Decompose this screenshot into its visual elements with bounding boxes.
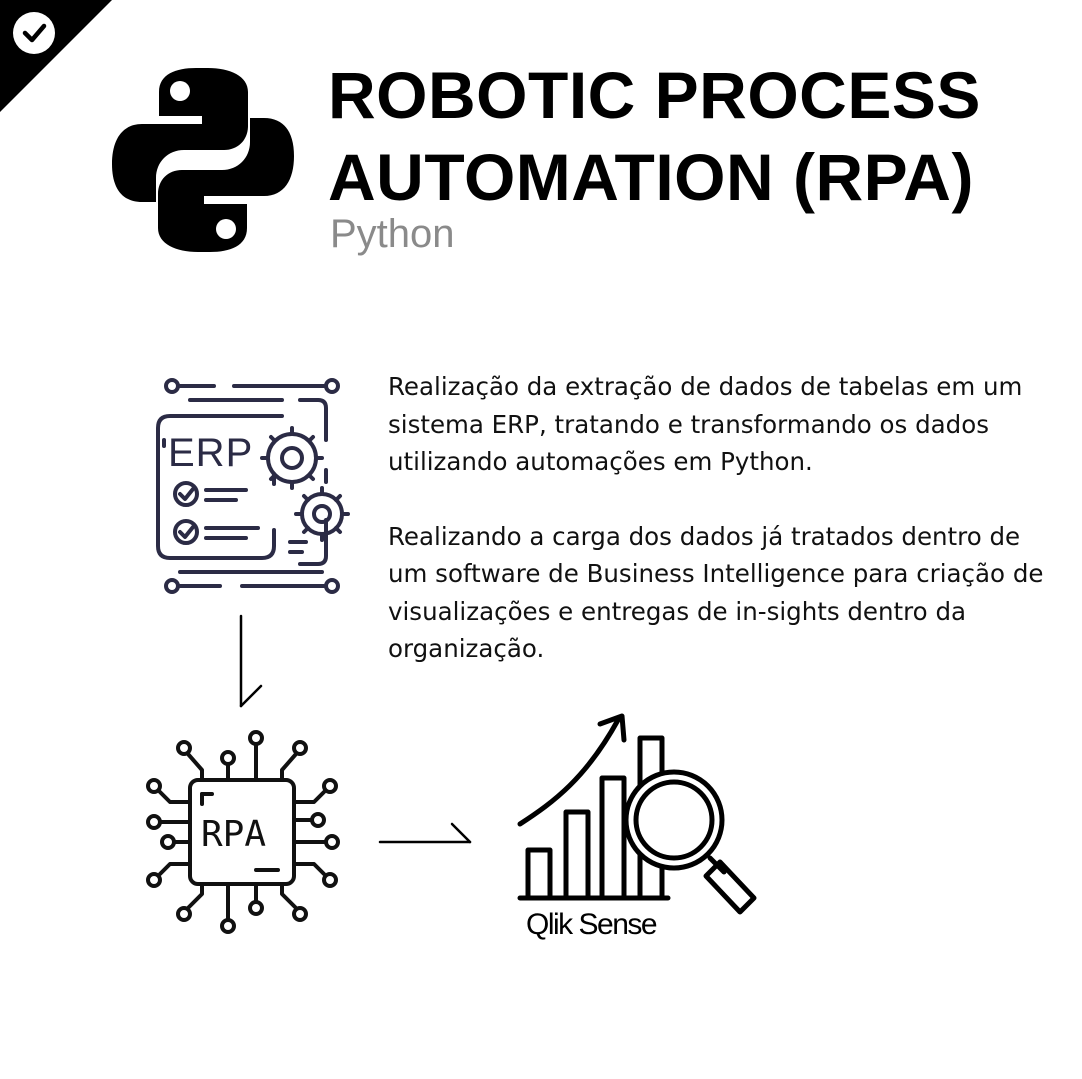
- erp-icon: ERP: [156, 378, 350, 594]
- arrow-down-icon: [239, 614, 263, 708]
- arrow-right-icon: [378, 822, 472, 844]
- description-paragraph-2: Realizando a carga dos dados já tratados…: [388, 521, 1044, 664]
- description: Realização da extração de dados de tabel…: [388, 368, 1048, 705]
- corner-badge: [0, 0, 112, 112]
- bar-chart-magnifier-icon: [517, 713, 757, 915]
- rpa-label: RPA: [201, 814, 266, 855]
- erp-label: ERP: [168, 431, 253, 475]
- rpa-chip-icon: RPA: [146, 730, 340, 934]
- check-icon: [13, 12, 55, 54]
- subtitle: Python: [330, 212, 455, 256]
- qlik-sense-label: Qlik Sense: [526, 908, 658, 941]
- title-line-1: ROBOTIC PROCESS: [328, 58, 981, 132]
- small-gear-icon: [294, 486, 350, 542]
- title-line-2: AUTOMATION (RPA): [328, 140, 974, 214]
- page-title: ROBOTIC PROCESS AUTOMATION (RPA): [328, 54, 981, 218]
- python-logo-icon: [112, 68, 294, 252]
- gear-icon: [260, 426, 324, 490]
- description-paragraph-1: Realização da extração de dados de tabel…: [388, 372, 1023, 476]
